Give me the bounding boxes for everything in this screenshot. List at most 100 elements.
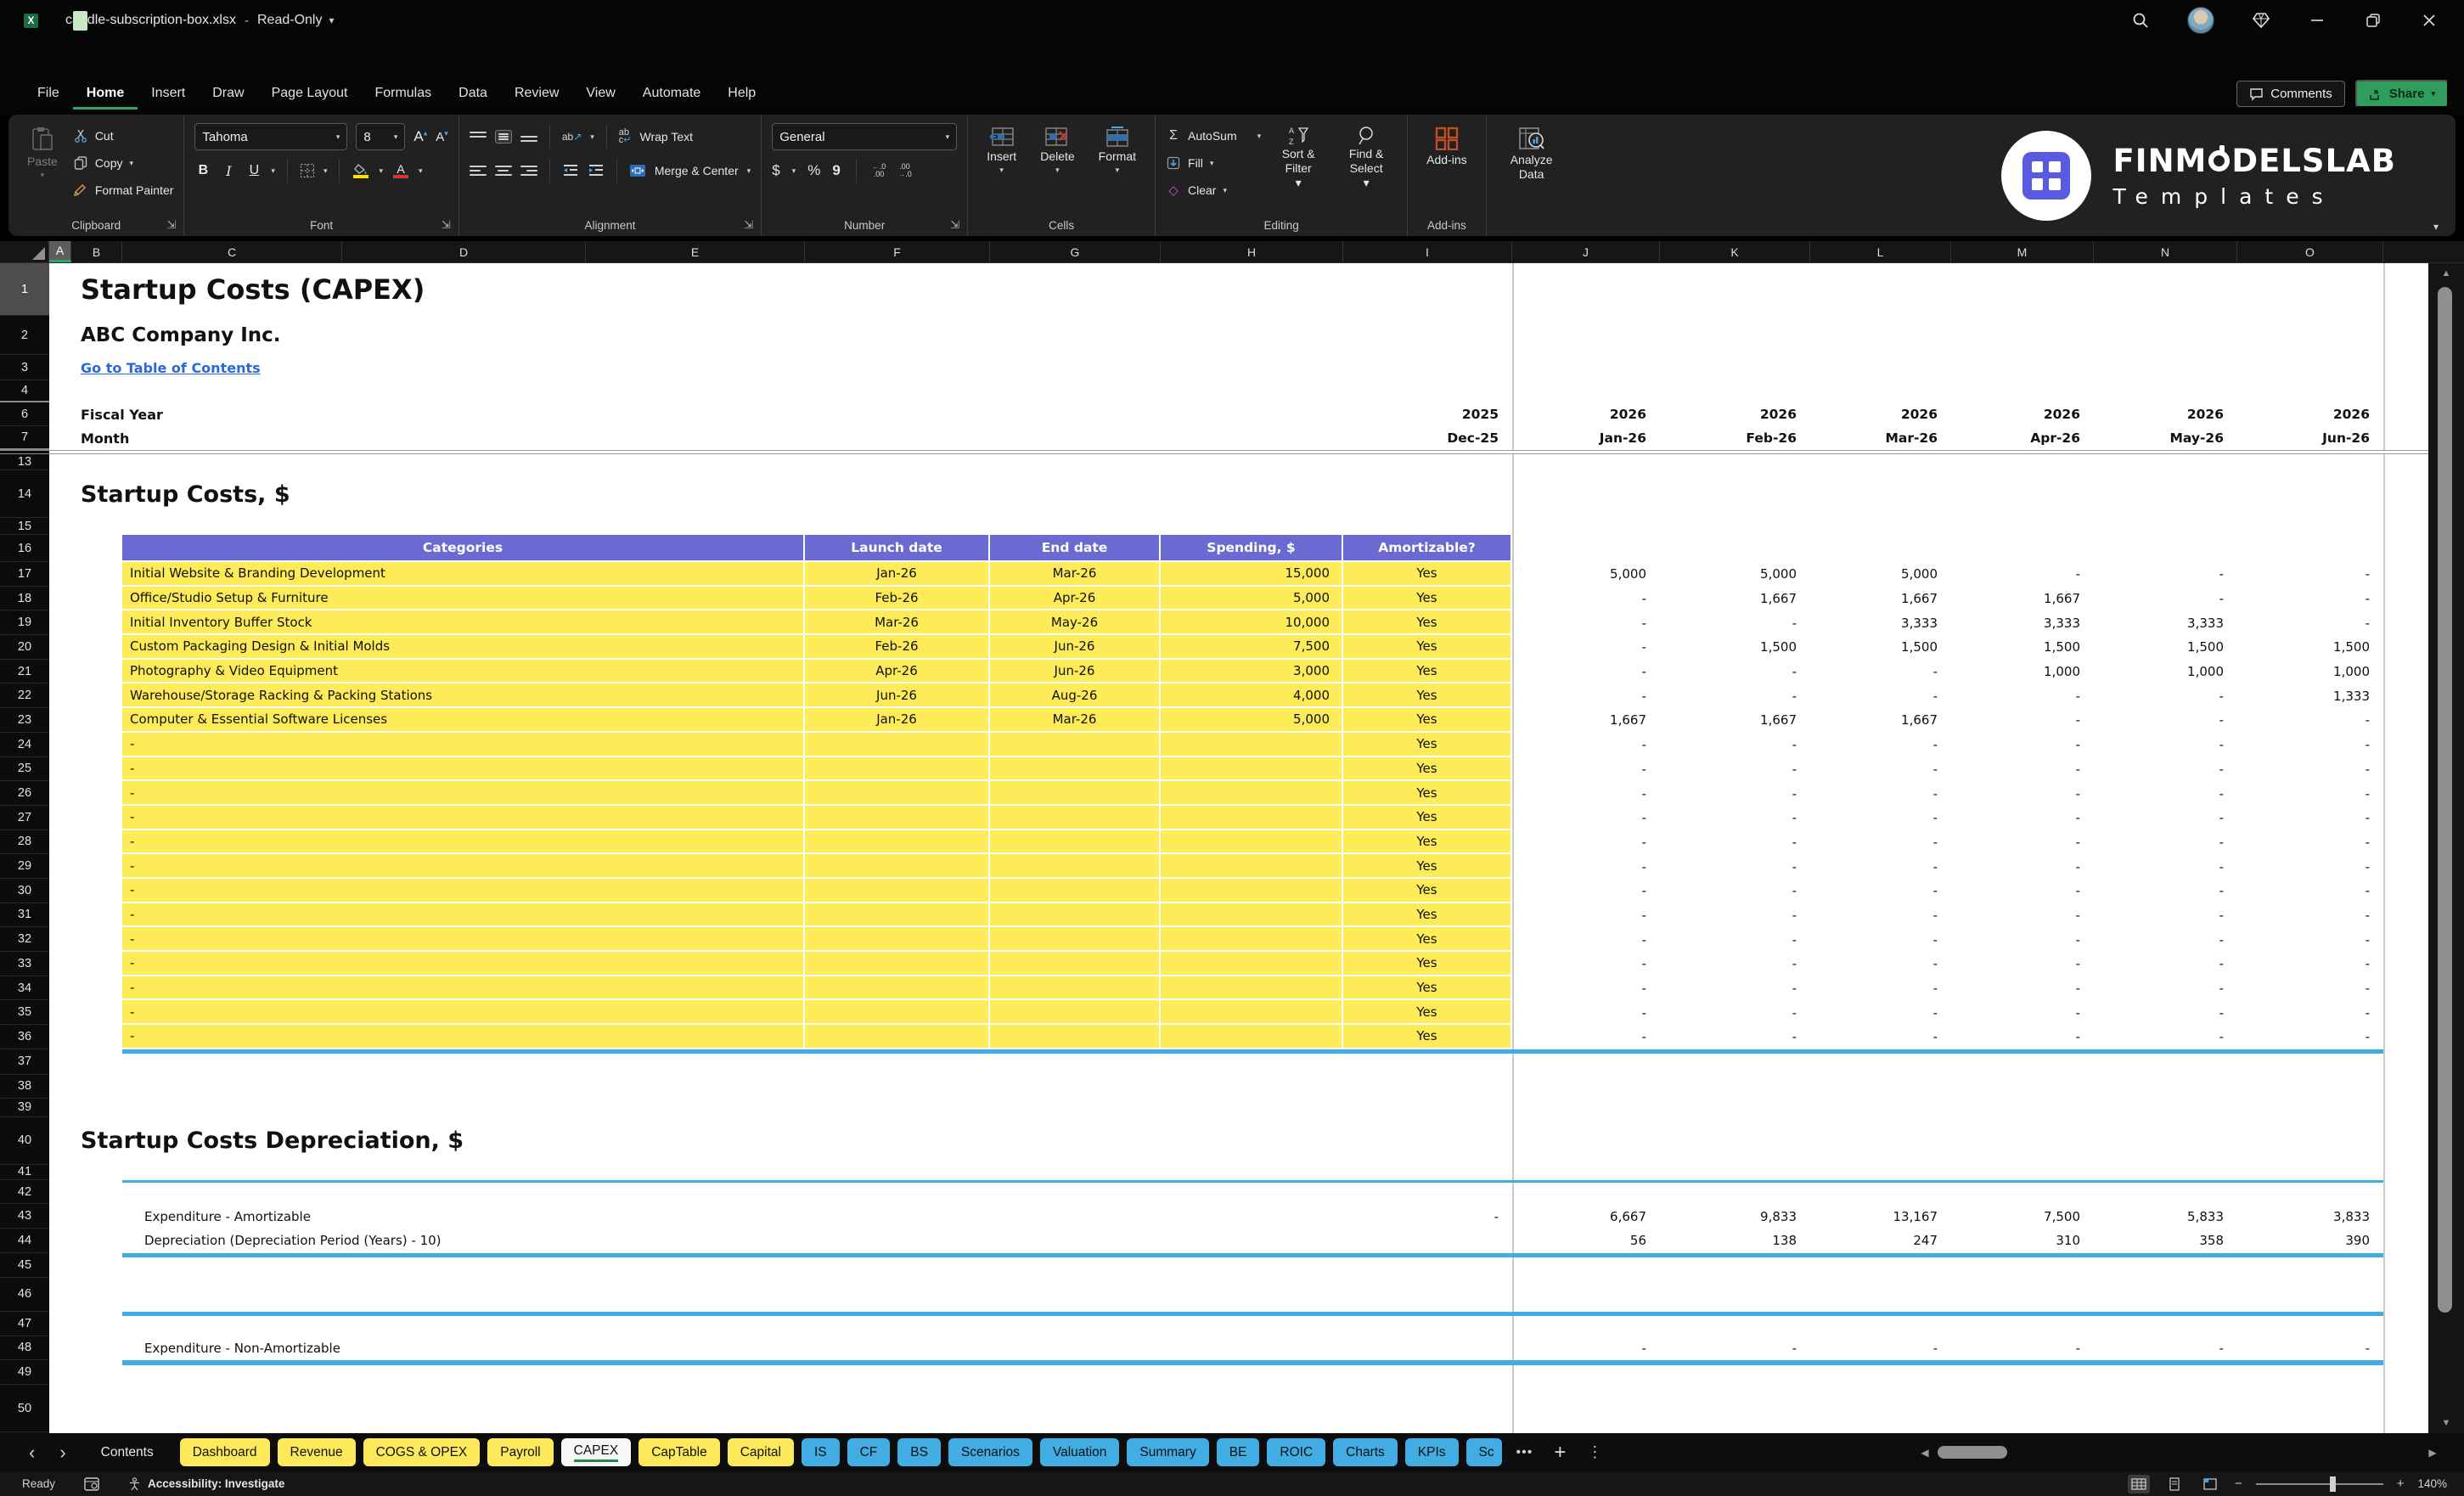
month-value[interactable]: Dec-25 <box>1343 426 1512 450</box>
sheet-tab-cf[interactable]: CF <box>847 1438 891 1466</box>
zoom-slider-thumb[interactable] <box>2329 1476 2336 1492</box>
spending-cell[interactable]: 7,500 <box>1161 635 1343 660</box>
depreciation-value[interactable]: - <box>2237 1365 2383 1386</box>
depreciation-value[interactable]: - <box>1810 1365 1951 1386</box>
row-header-22[interactable]: 22 <box>0 683 49 709</box>
monthly-value-cell[interactable]: 3,333 <box>1810 610 1951 635</box>
menu-tab-formulas[interactable]: Formulas <box>361 79 445 110</box>
monthly-value-cell[interactable]: - <box>2237 610 2383 635</box>
monthly-value-cell[interactable]: 1,500 <box>1951 635 2094 660</box>
wrap-text-label[interactable]: Wrap Text <box>640 130 694 143</box>
depreciation-value[interactable]: - <box>2094 1365 2237 1386</box>
row-header-47[interactable]: 47 <box>0 1312 49 1336</box>
monthly-value-cell[interactable]: - <box>1512 757 1660 782</box>
depreciation-col-i[interactable]: - <box>1343 1257 1512 1278</box>
amortizable-cell[interactable]: Yes <box>1343 927 1512 952</box>
row-header-18[interactable]: 18 <box>0 587 49 611</box>
sheet-tab-payroll[interactable]: Payroll <box>487 1438 554 1466</box>
zoom-level[interactable]: 140% <box>2417 1477 2447 1490</box>
sheet-tab-roic[interactable]: ROIC <box>1267 1438 1326 1466</box>
end-date-cell[interactable] <box>990 903 1161 928</box>
depreciation-value[interactable]: - <box>2237 1336 2383 1361</box>
monthly-value-cell[interactable]: - <box>2094 781 2237 806</box>
sheet-tab-be[interactable]: BE <box>1216 1438 1260 1466</box>
monthly-value-cell[interactable]: - <box>2237 562 2383 587</box>
depreciation-value[interactable]: 16,307 <box>1660 1257 1810 1278</box>
total-monthly-value[interactable]: 3,833 <box>2237 1054 2383 1075</box>
monthly-value-cell[interactable]: - <box>2094 903 2237 928</box>
monthly-value-cell[interactable]: 1,667 <box>1660 708 1810 733</box>
depreciation-value[interactable]: 310 <box>1951 1229 2094 1253</box>
sheet-tab-revenue[interactable]: Revenue <box>277 1438 356 1466</box>
underline-chevron[interactable]: ▾ <box>271 166 275 176</box>
monthly-value-cell[interactable]: - <box>2094 733 2237 757</box>
category-cell[interactable]: Office/Studio Setup & Furniture <box>122 586 805 611</box>
depreciation-value[interactable]: 6,667 <box>1512 1204 1660 1229</box>
sheet-tab-cogs-opex[interactable]: COGS & OPEX <box>363 1438 481 1466</box>
monthly-value-cell[interactable]: 1,667 <box>1810 708 1951 733</box>
total-monthly-value[interactable]: 7,500 <box>1951 1054 2094 1075</box>
monthly-value-cell[interactable]: - <box>2237 708 2383 733</box>
chevron-down-icon[interactable]: ▾ <box>329 14 334 26</box>
monthly-value-cell[interactable]: - <box>1951 683 2094 708</box>
row-header-19[interactable]: 19 <box>0 610 49 636</box>
comments-button[interactable]: Comments <box>2236 81 2345 107</box>
monthly-value-cell[interactable]: - <box>1512 976 1660 1001</box>
category-cell[interactable]: - <box>122 732 805 757</box>
monthly-value-cell[interactable]: 1,500 <box>2094 635 2237 660</box>
spending-cell[interactable] <box>1161 830 1343 855</box>
spending-cell[interactable] <box>1161 952 1343 976</box>
row-header-16[interactable]: 16 <box>0 535 49 562</box>
monthly-value-cell[interactable]: - <box>1810 683 1951 708</box>
amortizable-cell[interactable]: Yes <box>1343 635 1512 660</box>
depreciation-value[interactable]: - <box>1951 1365 2094 1386</box>
category-cell[interactable]: Warehouse/Storage Racking & Packing Stat… <box>122 683 805 709</box>
search-icon[interactable] <box>2131 11 2150 30</box>
fiscal-year-label[interactable]: Fiscal Year <box>71 402 805 426</box>
menu-tab-home[interactable]: Home <box>72 79 138 110</box>
depreciation-value[interactable]: 16,307 <box>1810 1186 1951 1205</box>
alignment-dialog-launcher[interactable]: ⇲ <box>744 218 753 232</box>
merge-center-icon[interactable] <box>629 164 646 177</box>
row-header-41[interactable]: 41 <box>0 1165 49 1180</box>
spending-cell[interactable] <box>1161 1025 1343 1049</box>
fiscal-year-value[interactable]: 2026 <box>1512 402 1660 426</box>
category-cell[interactable]: - <box>122 976 805 1001</box>
monthly-value-cell[interactable]: - <box>1512 635 1660 660</box>
row-header-20[interactable]: 20 <box>0 635 49 660</box>
zoom-in-button[interactable]: + <box>2397 1476 2405 1491</box>
monthly-value-cell[interactable]: 1,667 <box>1810 587 1951 611</box>
category-cell[interactable]: Initial Website & Branding Development <box>122 562 805 587</box>
amortizable-cell[interactable]: Yes <box>1343 562 1512 587</box>
monthly-value-cell[interactable]: - <box>2094 952 2237 976</box>
menu-tab-view[interactable]: View <box>572 79 628 110</box>
spending-cell[interactable]: 5,000 <box>1161 708 1343 733</box>
sheet-tab-bs[interactable]: BS <box>897 1438 941 1466</box>
launch-date-cell[interactable]: Jan-26 <box>805 708 990 733</box>
collapse-ribbon-chevron[interactable]: ▾ <box>2433 221 2439 233</box>
row-header-23[interactable]: 23 <box>0 708 49 733</box>
menu-tab-page-layout[interactable]: Page Layout <box>258 79 362 110</box>
depreciation-value[interactable]: - <box>2094 1316 2237 1336</box>
spending-cell[interactable] <box>1161 903 1343 928</box>
category-cell[interactable]: - <box>122 1000 805 1026</box>
row-header-40[interactable]: 40 <box>0 1117 49 1165</box>
monthly-value-cell[interactable]: - <box>1660 903 1810 928</box>
monthly-value-cell[interactable]: - <box>1660 830 1810 855</box>
font-size-select[interactable]: 8 ▾ <box>356 123 406 150</box>
find-select-button[interactable]: Find & Select ▾ <box>1336 123 1397 190</box>
total-monthly-value[interactable]: 13,167 <box>1810 1054 1951 1075</box>
category-cell[interactable]: - <box>122 952 805 976</box>
decrease-font-icon[interactable]: A▾ <box>436 129 448 144</box>
total-monthly-value[interactable]: 5,833 <box>2094 1054 2237 1075</box>
depreciation-value[interactable]: 41,892 <box>2237 1186 2383 1205</box>
monthly-value-cell[interactable]: 1,500 <box>2237 635 2383 660</box>
depreciation-value[interactable]: - <box>1660 1365 1810 1386</box>
row-header-4[interactable]: 4 <box>0 380 49 402</box>
monthly-value-cell[interactable]: - <box>1660 1000 1810 1025</box>
monthly-value-cell[interactable]: 1,333 <box>2237 683 2383 708</box>
scroll-right-arrow[interactable]: ▶ <box>2423 1447 2442 1459</box>
launch-date-cell[interactable] <box>805 878 990 903</box>
monthly-value-cell[interactable]: 1,500 <box>1660 635 1810 660</box>
align-bottom-icon[interactable] <box>520 130 537 143</box>
